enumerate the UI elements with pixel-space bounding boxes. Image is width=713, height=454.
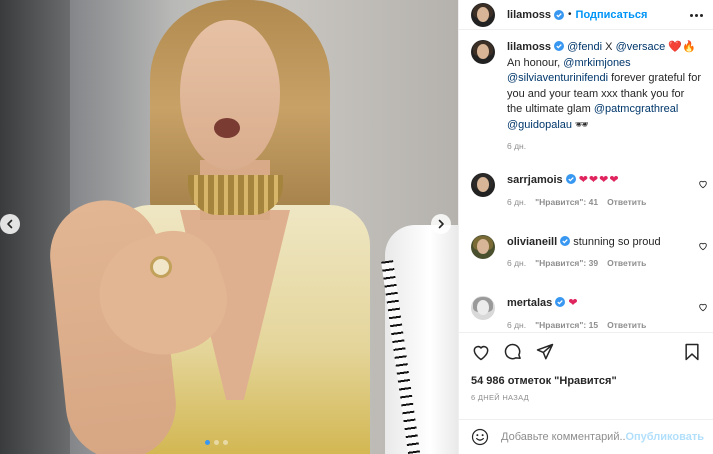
carousel-next-button[interactable] [431, 214, 451, 234]
comment-likes[interactable]: "Нравится": 39 [535, 258, 598, 268]
carousel-dot [223, 440, 228, 445]
carousel-prev-button[interactable] [0, 214, 20, 234]
verified-badge-icon [560, 235, 571, 246]
photo-mouth [214, 118, 240, 138]
avatar-face [477, 238, 489, 254]
comment-time[interactable]: 6 дн. [507, 320, 526, 330]
comment-item: olivianeill stunning so proud 6 дн. "Нра… [459, 234, 713, 268]
photo-face [180, 20, 280, 170]
comment-body: ❤ [568, 297, 579, 309]
more-dot [694, 13, 698, 17]
comment-username[interactable]: olivianeill [507, 236, 557, 248]
mention-link[interactable]: @silviaventurinifendi [507, 72, 608, 84]
avatar-face [477, 6, 489, 22]
post-photo[interactable] [0, 0, 458, 454]
reply-button[interactable]: Ответить [607, 197, 646, 207]
comment-meta: 6 дн. "Нравится": 39 Ответить [507, 258, 702, 268]
author-avatar[interactable] [471, 2, 495, 27]
mention-link[interactable]: @patmcgrathreal [594, 103, 679, 115]
comment-meta: 6 дн. "Нравится": 41 Ответить [507, 197, 702, 207]
carousel-dot [214, 440, 219, 445]
post-date[interactable]: 6 ДНЕЙ НАЗАД [471, 393, 702, 402]
caption-fragment: X [602, 41, 616, 53]
more-dot [689, 13, 693, 17]
chevron-right-icon [438, 219, 444, 229]
comment-like-heart-icon[interactable] [698, 302, 708, 312]
comment-icon[interactable] [503, 342, 523, 362]
smile-icon[interactable] [471, 428, 489, 446]
comment-username[interactable]: mertalas [507, 297, 552, 309]
caption-emoji: 🕶 [572, 118, 590, 131]
post-header: lilamoss • Подписаться [459, 0, 713, 30]
post-caption: lilamoss @fendi X @versace ❤️🔥 An honour… [459, 40, 713, 151]
post-side-panel: lilamoss • Подписаться lilamoss @fendi X… [458, 0, 713, 454]
carousel-dot [205, 440, 210, 445]
verified-badge-icon [565, 174, 576, 184]
commenter-avatar[interactable] [471, 234, 495, 259]
author-username[interactable]: lilamoss [507, 9, 551, 21]
comment-body: ❤❤❤❤ [578, 174, 620, 186]
comment-time[interactable]: 6 дн. [507, 197, 526, 207]
commenter-avatar[interactable] [471, 296, 495, 320]
comment-meta: 6 дн. "Нравится": 15 Ответить [507, 320, 702, 330]
header-separator: • [568, 9, 572, 20]
avatar-face [477, 177, 489, 193]
verified-badge-icon [555, 297, 566, 307]
publish-button[interactable]: Опубликовать [625, 431, 704, 443]
caption-username[interactable]: lilamoss [507, 41, 551, 53]
follow-button[interactable]: Подписаться [576, 9, 648, 21]
avatar-face [477, 300, 489, 316]
photo-choker-necklace [188, 175, 283, 215]
instagram-post: lilamoss • Подписаться lilamoss @fendi X… [0, 0, 713, 454]
photo-ring [150, 256, 172, 278]
heart-icon[interactable] [471, 342, 491, 362]
bookmark-icon[interactable] [682, 342, 702, 362]
more-dot [699, 13, 703, 17]
comment-like-heart-icon[interactable] [698, 179, 708, 189]
avatar-face [477, 44, 489, 60]
more-options-icon[interactable] [689, 8, 703, 22]
comment-item: sarrjamois ❤❤❤❤ 6 дн. "Нравится": 41 Отв… [459, 173, 713, 207]
mention-link[interactable]: @fendi [567, 41, 602, 53]
comment-username[interactable]: sarrjamois [507, 174, 563, 186]
comment-time[interactable]: 6 дн. [507, 258, 526, 268]
mention-link[interactable]: @guidopalau [507, 119, 572, 131]
comment-item: mertalas ❤ 6 дн. "Нравится": 15 Ответить [459, 296, 713, 330]
reply-button[interactable]: Ответить [607, 320, 646, 330]
carousel-dots [205, 440, 228, 445]
caption-time[interactable]: 6 дн. [507, 141, 526, 151]
comment-text: olivianeill stunning so proud [507, 235, 702, 251]
chevron-left-icon [7, 219, 13, 229]
reply-button[interactable]: Ответить [607, 258, 646, 268]
caption-text: lilamoss @fendi X @versace ❤️🔥 An honour… [507, 40, 702, 133]
likes-count[interactable]: 54 986 отметок "Нравится" [471, 375, 702, 387]
mention-link[interactable]: @mrkimjones [563, 57, 630, 69]
share-icon[interactable] [535, 342, 555, 362]
caption-fragment: An honour, [507, 56, 564, 69]
verified-badge-icon [554, 9, 565, 20]
add-comment-bar: Опубликовать [459, 419, 713, 454]
comment-likes[interactable]: "Нравится": 41 [535, 197, 598, 207]
comment-input[interactable] [501, 431, 626, 443]
commenter-avatar[interactable] [471, 173, 495, 197]
verified-badge-icon [554, 41, 565, 51]
caption-emoji: ❤️🔥 [665, 41, 696, 53]
comment-text: sarrjamois ❤❤❤❤ [507, 173, 702, 189]
comment-like-heart-icon[interactable] [698, 241, 708, 251]
caption-meta: 6 дн. [507, 141, 702, 151]
action-icons [471, 341, 702, 363]
comment-text: mertalas ❤ [507, 296, 702, 312]
comment-likes[interactable]: "Нравится": 15 [535, 320, 598, 330]
mention-link[interactable]: @versace [616, 41, 666, 53]
comments-list[interactable]: lilamoss @fendi X @versace ❤️🔥 An honour… [459, 40, 713, 332]
comment-body: stunning so proud [573, 235, 661, 248]
caption-author-avatar[interactable] [471, 40, 495, 64]
